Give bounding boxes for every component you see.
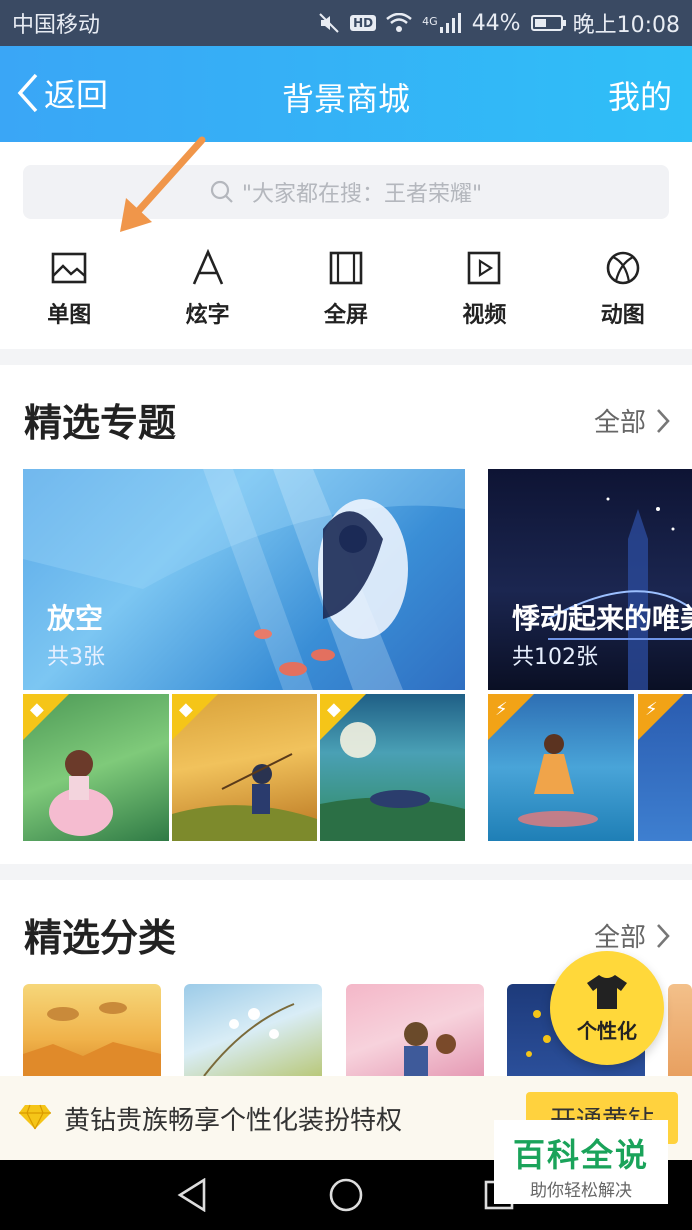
category-single-image[interactable]: 单图 [0,245,138,335]
diamond-icon: ◆ [327,699,341,720]
category-row: 单图 炫字 全屏 视频 动图 [0,245,692,335]
classify-all-link[interactable]: 全部 [594,917,670,954]
tshirt-icon [587,974,627,1009]
category-thumbnail[interactable] [668,984,692,1076]
ball-icon [606,251,640,285]
category-text[interactable]: 炫字 [138,245,276,335]
topic-count: 共3张 [47,645,105,670]
chevron-right-icon [657,923,670,948]
letter-a-icon [192,249,223,285]
topic-cover-image: 放空 共3张 [23,469,465,690]
category-thumbnail[interactable] [23,984,161,1076]
all-label: 全部 [593,408,646,438]
topic-name: 悸动起来的唯美 [512,602,692,635]
nav-home-icon[interactable] [328,1177,364,1213]
diamond-icon: ◆ [30,699,44,720]
carrier-label: 中国移动 [12,13,101,38]
watermark-logo: 百科全说 助你轻松解决 [494,1120,668,1204]
topic-card[interactable]: 放空 共3张 ◆ ◆ ◆ [23,469,465,841]
section-divider [0,864,692,880]
featured-title: 精选专题 [24,401,177,445]
topic-thumbnail: ⚡ [638,694,692,841]
topic-count: 共102张 [512,645,598,670]
signal-icon [439,13,461,33]
classify-title: 精选分类 [24,916,177,960]
battery-percent: 44% [471,10,521,36]
topic-cover-image: 悸动起来的唯美 共102张 [488,469,692,690]
vip-promo-text: 黄钻贵族畅享个性化装扮特权 [64,1106,403,1136]
diamond-icon: ◆ [179,699,193,720]
nav-back-icon[interactable] [176,1178,208,1212]
category-label: 视频 [462,303,507,328]
category-thumbnail[interactable] [346,984,484,1076]
mute-icon [319,13,339,33]
personalize-fab[interactable]: 个性化 [550,951,664,1065]
topic-thumbnail: ◆ [172,694,317,841]
topic-thumbnail: ◆ [320,694,465,841]
topic-card[interactable]: 悸动起来的唯美 共102张 ⚡ ⚡ [488,469,692,841]
category-label: 全屏 [323,303,368,328]
topic-name: 放空 [47,602,104,635]
page-title: 背景商城 [281,80,410,118]
battery-icon [530,15,566,31]
category-label: 单图 [47,303,92,328]
section-divider [0,349,692,365]
category-label: 动图 [600,303,645,328]
watermark-subtitle: 助你轻松解决 [530,1181,632,1201]
category-thumbnail[interactable] [184,984,322,1076]
watermark-title: 百科全说 [512,1136,649,1174]
wifi-icon [386,13,412,32]
fab-label: 个性化 [577,1018,637,1043]
topic-thumbnail: ◆ [23,694,169,841]
title-bar: 返回 背景商城 我的 [0,46,692,142]
all-label: 全部 [593,923,646,953]
status-bar: 中国移动 HD 4G 44% 晚上10:08 [0,0,692,46]
search-placeholder: "大家都在搜：王者荣耀" [241,182,483,207]
network-type: 4G [422,15,438,28]
category-fullscreen[interactable]: 全屏 [277,245,415,335]
lightning-icon: ⚡ [645,699,658,720]
category-video[interactable]: 视频 [415,245,553,335]
annotation-arrow-icon [120,136,206,232]
hd-badge: HD [350,15,377,31]
diamond-icon [19,1104,51,1130]
category-label: 炫字 [185,303,230,328]
category-animated[interactable]: 动图 [554,245,692,335]
image-icon [51,252,87,284]
fullscreen-icon [329,251,363,285]
video-play-icon [468,251,501,285]
mine-button[interactable]: 我的 [608,72,672,118]
lightning-icon: ⚡ [495,699,508,720]
clock: 晚上10:08 [572,13,680,38]
chevron-right-icon [657,408,670,433]
featured-all-link[interactable]: 全部 [594,402,670,439]
topic-thumbnail: ⚡ [488,694,634,841]
